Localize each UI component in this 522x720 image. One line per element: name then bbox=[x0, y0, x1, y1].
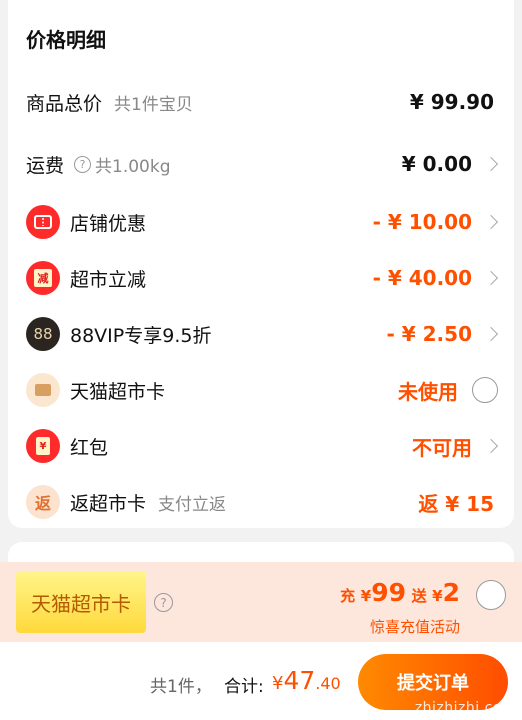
help-icon[interactable]: ? bbox=[74, 155, 92, 173]
ticket-icon bbox=[26, 205, 60, 239]
subtotal-label: 商品总价 bbox=[26, 92, 103, 115]
red-packet-icon: ¥ bbox=[26, 429, 60, 463]
vip-label: 88VIP专享9.5折 bbox=[70, 324, 212, 347]
total-amount: ¥47.40 bbox=[272, 666, 341, 695]
chevron-right-icon[interactable] bbox=[483, 270, 499, 286]
subtotal-count: 共1件宝贝 bbox=[114, 94, 193, 115]
checkout-footer: 共1件， 合计: ¥47.40 提交订单 zhizhizhi.com bbox=[0, 642, 522, 720]
subtotal-row: 商品总价 共1件宝贝 ¥ 99.90 bbox=[8, 80, 514, 124]
shipping-row[interactable]: 运费 ? 共1.00kg ¥ 0.00 bbox=[8, 142, 514, 186]
rebate-card-label: 返超市卡 bbox=[70, 492, 147, 515]
vip-88-icon: 88 bbox=[26, 317, 60, 351]
card-icon bbox=[26, 373, 60, 407]
recharge-activity-label: 惊喜充值活动 bbox=[369, 618, 460, 636]
supermarket-cut-row[interactable]: 减 超市立减 - ¥ 40.00 bbox=[8, 256, 514, 300]
subtotal-value: ¥ 99.90 bbox=[409, 90, 494, 114]
red-packet-value: 不可用 bbox=[412, 435, 472, 460]
item-count: 共1件， bbox=[150, 677, 212, 697]
shipping-label: 运费 bbox=[26, 154, 65, 177]
store-discount-row[interactable]: 店铺优惠 - ¥ 10.00 bbox=[8, 200, 514, 244]
recharge-offer: 充 ¥99 送 ¥2 bbox=[340, 578, 460, 607]
total-label: 合计: bbox=[224, 677, 264, 697]
red-packet-label: 红包 bbox=[70, 436, 109, 459]
price-detail-title: 价格明细 bbox=[26, 28, 106, 52]
price-detail-card: 价格明细 商品总价 共1件宝贝 ¥ 99.90 运费 ? 共1.00kg ¥ 0… bbox=[8, 0, 514, 528]
red-packet-row[interactable]: ¥ 红包 不可用 bbox=[8, 424, 514, 468]
watermark: zhizhizhi.com bbox=[414, 700, 516, 716]
tmall-card-label: 天猫超市卡 bbox=[70, 380, 166, 403]
shipping-weight: 共1.00kg bbox=[95, 156, 171, 177]
tmall-card-badge: 天猫超市卡 bbox=[16, 571, 146, 633]
chevron-right-icon[interactable] bbox=[483, 214, 499, 230]
help-icon[interactable]: ? bbox=[154, 593, 173, 612]
vip-row[interactable]: 88 88VIP专享9.5折 - ¥ 2.50 bbox=[8, 312, 514, 356]
store-discount-label: 店铺优惠 bbox=[70, 212, 147, 235]
vip-value: - ¥ 2.50 bbox=[386, 322, 473, 346]
supermarket-cut-label: 超市立减 bbox=[70, 268, 147, 291]
chevron-right-icon[interactable] bbox=[483, 326, 499, 342]
rebate-card-row: 返 返超市卡 支付立返 返 ¥ 15 bbox=[8, 480, 514, 524]
rebate-icon: 返 bbox=[26, 485, 60, 519]
tmall-card-row[interactable]: 天猫超市卡 未使用 bbox=[8, 368, 514, 412]
tmall-card-promo-bar[interactable]: 天猫超市卡 ? 充 ¥99 送 ¥2 惊喜充值活动 bbox=[0, 562, 522, 642]
rebate-card-value: 返 ¥ 15 bbox=[418, 491, 494, 516]
supermarket-cut-value: - ¥ 40.00 bbox=[372, 266, 472, 290]
store-discount-value: - ¥ 10.00 bbox=[372, 210, 472, 234]
chevron-right-icon[interactable] bbox=[483, 156, 499, 172]
rebate-card-sub: 支付立返 bbox=[158, 494, 227, 515]
tmall-card-value: 未使用 bbox=[398, 379, 458, 404]
shipping-value: ¥ 0.00 bbox=[401, 152, 472, 176]
chevron-right-icon[interactable] bbox=[483, 438, 499, 454]
tmall-card-radio[interactable] bbox=[472, 377, 498, 403]
recharge-radio[interactable] bbox=[476, 580, 506, 610]
supermarket-cut-icon: 减 bbox=[26, 261, 60, 295]
